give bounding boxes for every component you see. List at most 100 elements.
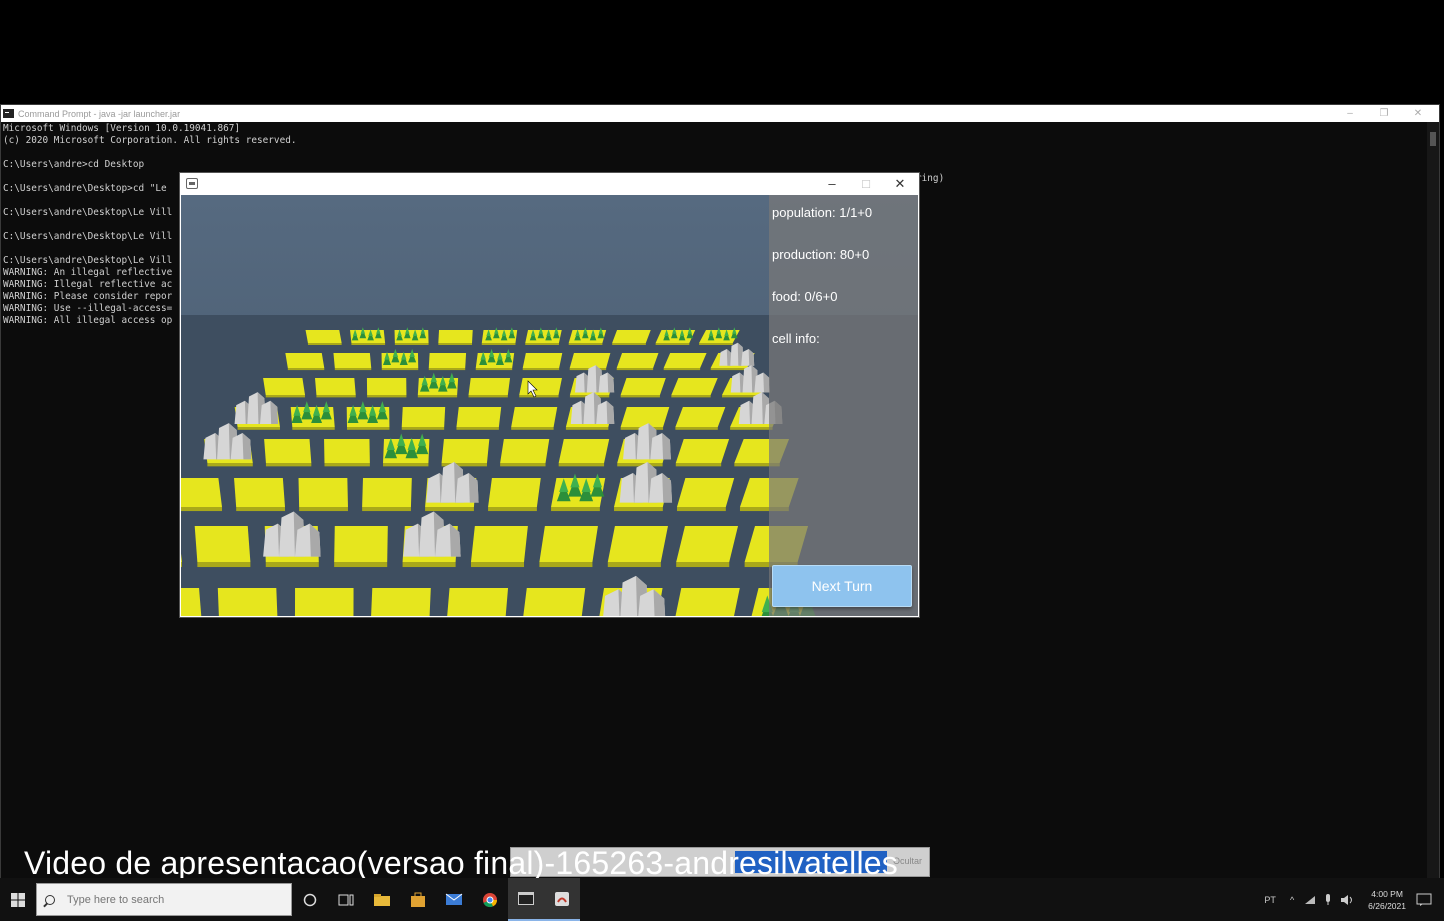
tile-edge (612, 343, 646, 345)
maximize-icon[interactable]: ❐ (1369, 105, 1399, 122)
scroll-thumb[interactable] (1430, 132, 1436, 146)
close-icon[interactable]: ✕ (883, 173, 917, 195)
field-tile[interactable] (663, 353, 707, 368)
store-icon (411, 892, 425, 907)
field-tile[interactable] (500, 439, 550, 463)
field-tile[interactable] (181, 588, 203, 616)
tile-edge (620, 395, 660, 398)
minimize-icon[interactable]: – (1335, 105, 1365, 122)
field-tile[interactable] (217, 588, 278, 616)
field-tile[interactable] (181, 478, 223, 507)
taskbar-search[interactable] (36, 883, 292, 916)
field-tile[interactable] (676, 526, 739, 562)
notification-icon[interactable] (1416, 893, 1432, 907)
field-tile[interactable] (558, 439, 610, 463)
field-tile[interactable] (620, 407, 670, 427)
game-window[interactable]: – □ ✕ population: 1/1+0 production: 80+0… (180, 173, 919, 617)
field-tile[interactable] (285, 353, 325, 368)
cmd-title: Command Prompt - java -jar launcher.jar (18, 108, 181, 119)
field-tile[interactable] (620, 378, 666, 395)
field-tile[interactable] (607, 526, 668, 562)
tile-edge (614, 507, 663, 512)
field-tile[interactable] (428, 353, 467, 368)
close-icon[interactable]: ✕ (1403, 105, 1433, 122)
tile-edge (237, 427, 280, 430)
next-turn-button[interactable]: Next Turn (772, 565, 912, 607)
field-tile[interactable] (294, 588, 354, 616)
cortana-button[interactable] (292, 878, 328, 921)
field-tile[interactable] (676, 478, 735, 507)
video-caption: Video de apresentacao(versao final)-1652… (24, 845, 898, 881)
microphone-icon[interactable] (1324, 893, 1332, 906)
tile-edge (519, 395, 559, 398)
field-tile[interactable] (446, 588, 509, 616)
cmd-titlebar[interactable]: Command Prompt - java -jar launcher.jar … (1, 105, 1439, 122)
field-tile[interactable] (334, 526, 388, 562)
game-titlebar[interactable]: – □ ✕ (180, 173, 919, 195)
field-tile[interactable] (671, 378, 718, 395)
tile-edge (367, 395, 407, 398)
file-explorer-button[interactable] (364, 878, 400, 921)
field-tile[interactable] (468, 378, 511, 395)
search-input[interactable] (65, 892, 269, 907)
mail-button[interactable] (436, 878, 472, 921)
field-tile[interactable] (438, 330, 473, 343)
cmd-taskbar-button[interactable] (508, 878, 544, 921)
tile-edge (351, 343, 386, 345)
tile-edge (699, 343, 733, 345)
tile-edge (663, 368, 701, 371)
field-tile[interactable] (441, 439, 490, 463)
chrome-button[interactable] (472, 878, 508, 921)
field-tile[interactable] (470, 526, 528, 562)
field-tile[interactable] (522, 353, 563, 368)
field-tile[interactable] (315, 378, 356, 395)
tile-edge (522, 368, 560, 371)
field-tile[interactable] (194, 526, 251, 562)
field-tile[interactable] (401, 407, 446, 427)
java-taskbar-button[interactable] (544, 878, 580, 921)
task-view-button[interactable] (328, 878, 364, 921)
game-viewport[interactable]: population: 1/1+0 production: 80+0 food:… (181, 195, 918, 616)
start-button[interactable] (0, 878, 36, 921)
field-tile[interactable] (539, 526, 598, 562)
field-tile[interactable] (362, 478, 412, 507)
field-tile[interactable] (305, 330, 342, 343)
field-tile[interactable] (519, 378, 562, 395)
field-tile[interactable] (366, 378, 407, 395)
field-tile[interactable] (675, 407, 726, 427)
field-tile[interactable] (612, 330, 651, 343)
minimize-icon[interactable]: – (815, 173, 849, 195)
language-indicator[interactable]: PT (1264, 895, 1276, 905)
field-tile[interactable] (324, 439, 370, 463)
store-button[interactable] (400, 878, 436, 921)
field-tile[interactable] (672, 588, 740, 616)
field-tile[interactable] (569, 353, 611, 368)
tile-edge (676, 507, 726, 512)
tile-edge (383, 463, 429, 467)
clock[interactable]: 4:00 PM 6/26/2021 (1368, 888, 1406, 912)
field-tile[interactable] (456, 407, 502, 427)
production-stat: production: 80+0 (772, 247, 870, 262)
field-tile[interactable] (675, 439, 730, 463)
field-tile[interactable] (521, 588, 586, 616)
field-tile[interactable] (263, 378, 306, 395)
java-icon (555, 891, 569, 906)
field-tile[interactable] (370, 588, 431, 616)
network-icon[interactable] (1304, 895, 1316, 905)
volume-icon[interactable] (1340, 894, 1354, 906)
task-view-icon (338, 894, 354, 905)
field-tile[interactable] (264, 439, 312, 463)
field-tile[interactable] (616, 353, 659, 368)
field-tile[interactable] (298, 478, 348, 507)
field-tile[interactable] (488, 478, 541, 507)
field-tile[interactable] (234, 478, 285, 507)
field-tile[interactable] (333, 353, 372, 368)
tile-edge (265, 395, 306, 398)
field-tile[interactable] (511, 407, 558, 427)
tile-edge (236, 507, 285, 512)
tile-edge (207, 463, 253, 467)
cmd-scrollbar[interactable] (1427, 122, 1439, 883)
chevron-up-icon[interactable]: ^ (1290, 895, 1294, 905)
tile-edge (671, 395, 711, 398)
clock-time: 4:00 PM (1371, 888, 1403, 899)
